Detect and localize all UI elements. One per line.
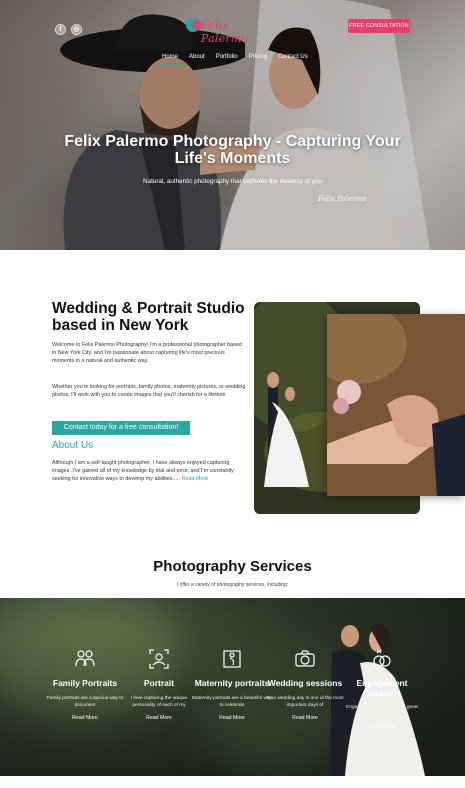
studio-heading: Wedding & Portrait Studio based in New Y… (52, 300, 245, 334)
services-paragraph: Whether you're looking for portraits, fa… (52, 384, 246, 399)
ring-hands-photo (327, 314, 465, 496)
logo-text: Felix Palermo (201, 19, 249, 45)
service-desc: Maternity portraits are a beautiful way … (192, 695, 272, 708)
portrait-icon (149, 649, 169, 669)
wedding-camera-icon (295, 650, 315, 667)
service-name: Engagement Sessions (356, 678, 408, 698)
service-read-more[interactable]: Read More (265, 715, 345, 721)
intro-paragraph: Welcome to Felix Palermo Photography! I'… (52, 342, 242, 365)
about-us-heading: About Us (52, 440, 94, 451)
service-name: Family Portraits (52, 678, 118, 688)
facebook-icon[interactable]: f (55, 24, 66, 35)
service-name: Maternity portraits (194, 678, 270, 688)
about-paragraph: Although I am a self-taught photographer… (52, 459, 247, 484)
service-desc: I love capturing the unique personality … (130, 695, 188, 708)
nav-home[interactable]: Home (157, 54, 183, 65)
maternity-icon (223, 650, 241, 668)
service-read-more[interactable]: Read More (45, 715, 125, 721)
service-name: Portrait (143, 678, 175, 688)
hero-watermark: Felix Palermo (318, 195, 367, 203)
service-desc: Family portraits are a special way to do… (46, 695, 124, 708)
nav-portfolio[interactable]: Portfolio (216, 54, 238, 60)
service-read-more[interactable]: Read More (342, 724, 422, 730)
service-maternity-portraits[interactable]: Maternity portraits Maternity portraits … (192, 648, 272, 721)
main-nav: Home About Portfolio Pricing Contact Us (157, 54, 308, 65)
rings-icon (373, 650, 391, 667)
instagram-icon[interactable]: ◎ (71, 24, 82, 35)
family-icon (75, 650, 95, 667)
nav-contact[interactable]: Contact Us (278, 54, 308, 60)
service-desc: Your wedding day is one of the most impo… (266, 695, 344, 708)
service-family-portraits[interactable]: Family Portraits Family portraits are a … (45, 648, 125, 721)
service-read-more[interactable]: Read More (119, 715, 199, 721)
hero-section: f ◎ Felix Palermo FREE CONSULTATION Home… (0, 0, 465, 250)
services-subheading: I offer a variety of photography service… (176, 582, 289, 588)
hero-subtitle: Natural, authentic photography that capt… (143, 178, 322, 185)
site-logo[interactable]: Felix Palermo (186, 16, 272, 45)
service-wedding-sessions[interactable]: Wedding sessions Your wedding day is one… (265, 648, 345, 721)
service-engagement-sessions[interactable]: Engagement Sessions Engagement sessions … (342, 648, 422, 730)
service-read-more[interactable]: Read More (192, 715, 272, 721)
service-desc: Engagement sessions are a great way to g… (346, 705, 418, 717)
service-portrait[interactable]: Portrait I love capturing the unique per… (119, 648, 199, 721)
nav-pricing[interactable]: Pricing (249, 54, 267, 60)
services-heading: Photography Services (153, 558, 312, 575)
free-consultation-button[interactable]: FREE CONSULTATION (348, 19, 410, 33)
hero-title: Felix Palermo Photography - Capturing Yo… (64, 133, 401, 167)
contact-consultation-button[interactable]: Contact today for a free consultation! (52, 421, 190, 435)
about-read-more-link[interactable]: Read More (181, 476, 208, 482)
nav-about[interactable]: About (189, 54, 205, 60)
service-name: Wedding sessions (267, 678, 343, 688)
